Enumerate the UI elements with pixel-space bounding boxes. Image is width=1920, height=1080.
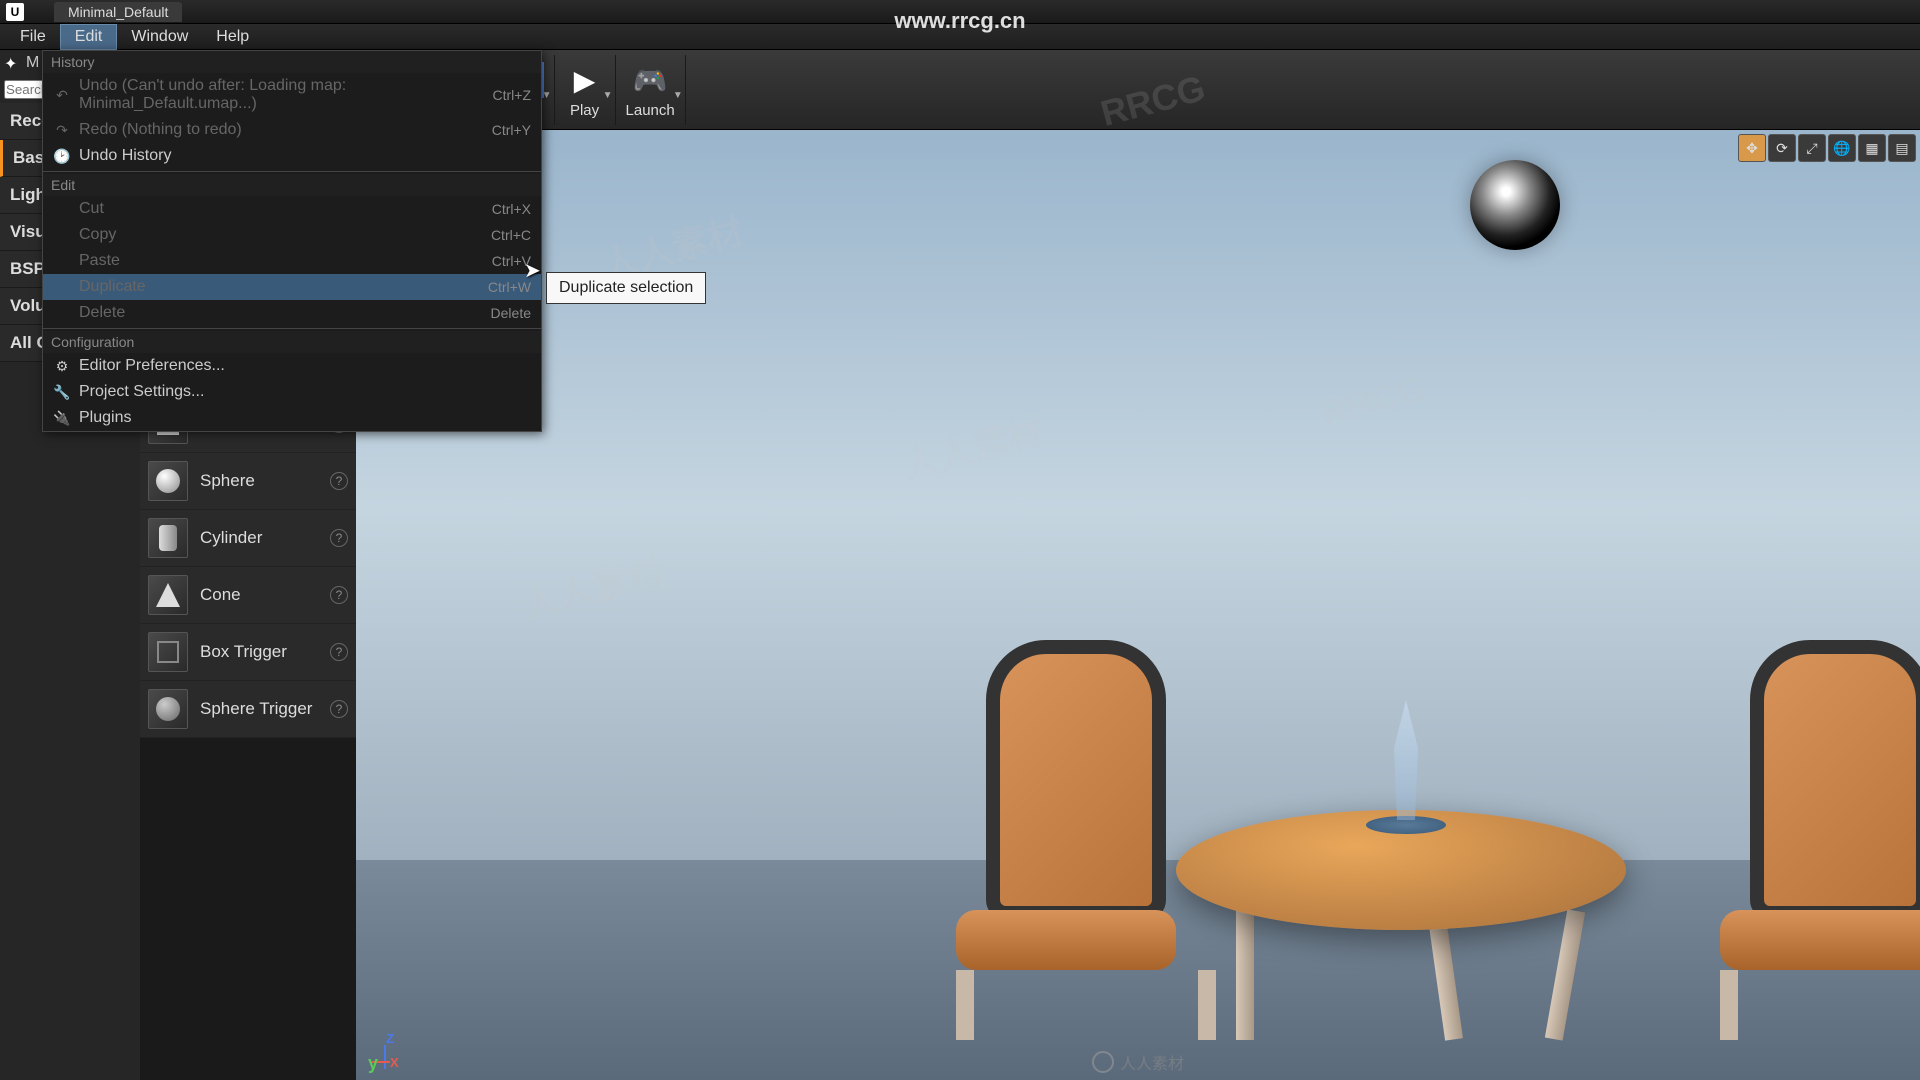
unreal-logo-icon: U — [6, 3, 24, 21]
watermark-logo: 人人素材 — [1092, 1050, 1184, 1074]
menu-help[interactable]: Help — [202, 25, 263, 49]
plugins-icon: 🔌 — [53, 409, 71, 427]
grid-icon[interactable]: ▤ — [1888, 134, 1916, 162]
chevron-down-icon[interactable]: ▼ — [542, 90, 552, 101]
chevron-down-icon[interactable]: ▼ — [673, 90, 683, 101]
config-header: Configuration — [43, 331, 541, 353]
project-settings-item[interactable]: 🔧 Project Settings... — [43, 379, 541, 405]
undo-history-item[interactable]: 🕑 Undo History — [43, 143, 541, 169]
menu-file[interactable]: File — [6, 25, 60, 49]
redo-icon: ↷ — [53, 121, 71, 139]
sphere-icon — [148, 461, 188, 501]
shape-sphere[interactable]: Sphere ? — [140, 453, 356, 510]
level-tab[interactable]: Minimal_Default — [54, 2, 182, 22]
shape-cylinder[interactable]: Cylinder ? — [140, 510, 356, 567]
shape-box-trigger[interactable]: Box Trigger ? — [140, 624, 356, 681]
menu-edit[interactable]: Edit — [60, 24, 118, 50]
undo-icon: ↶ — [53, 86, 71, 104]
sphere-trigger-icon — [148, 689, 188, 729]
shape-cone[interactable]: Cone ? — [140, 567, 356, 624]
chevron-down-icon[interactable]: ▼ — [603, 90, 613, 101]
editor-prefs-item[interactable]: ⚙ Editor Preferences... — [43, 353, 541, 379]
header-char: M — [26, 54, 39, 72]
undo-item: ↶ Undo (Can't undo after: Loading map: M… — [43, 73, 541, 117]
translate-tool-icon[interactable]: ✥ — [1738, 134, 1766, 162]
play-icon: ▶ — [565, 60, 605, 100]
cone-icon — [148, 575, 188, 615]
menu-window[interactable]: Window — [117, 25, 202, 49]
chair-actor — [956, 640, 1216, 1020]
modes-icon: ✦ — [4, 54, 22, 72]
help-icon[interactable]: ? — [330, 700, 348, 718]
help-icon[interactable]: ? — [330, 529, 348, 547]
watermark-url: www.rrcg.cn — [894, 8, 1025, 34]
cut-item: CutCtrl+X — [43, 196, 541, 222]
world-space-icon[interactable]: 🌐 — [1828, 134, 1856, 162]
launch-button[interactable]: 🎮 Launch ▼ — [616, 55, 686, 125]
delete-item: DeleteDelete — [43, 300, 541, 326]
play-button[interactable]: ▶ Play ▼ — [555, 55, 616, 125]
snap-icon[interactable]: ▦ — [1858, 134, 1886, 162]
help-icon[interactable]: ? — [330, 643, 348, 661]
tooltip: Duplicate selection — [546, 272, 706, 304]
project-icon: 🔧 — [53, 383, 71, 401]
redo-item: ↷ Redo (Nothing to redo) Ctrl+Y — [43, 117, 541, 143]
history-icon: 🕑 — [53, 147, 71, 165]
edit-dropdown-menu: History ↶ Undo (Can't undo after: Loadin… — [42, 50, 542, 432]
help-icon[interactable]: ? — [330, 586, 348, 604]
statue-actor — [1376, 700, 1436, 820]
prefs-icon: ⚙ — [53, 357, 71, 375]
help-icon[interactable]: ? — [330, 472, 348, 490]
table-leg — [1236, 910, 1254, 1040]
edit-header: Edit — [43, 174, 541, 196]
chair-actor — [1720, 640, 1920, 1020]
box-trigger-icon — [148, 632, 188, 672]
paste-item: PasteCtrl+V — [43, 248, 541, 274]
shapes-list: Cube ? Sphere ? Cylinder ? Cone ? Box Tr… — [140, 396, 356, 738]
rotate-tool-icon[interactable]: ⟳ — [1768, 134, 1796, 162]
sky-sphere-actor — [1470, 160, 1560, 250]
launch-icon: 🎮 — [630, 60, 670, 100]
plugins-item[interactable]: 🔌 Plugins — [43, 405, 541, 431]
scale-tool-icon[interactable]: ⤢ — [1798, 134, 1826, 162]
history-header: History — [43, 51, 541, 73]
shape-sphere-trigger[interactable]: Sphere Trigger ? — [140, 681, 356, 738]
copy-item: CopyCtrl+C — [43, 222, 541, 248]
duplicate-item[interactable]: DuplicateCtrl+W — [43, 274, 541, 300]
cylinder-icon — [148, 518, 188, 558]
